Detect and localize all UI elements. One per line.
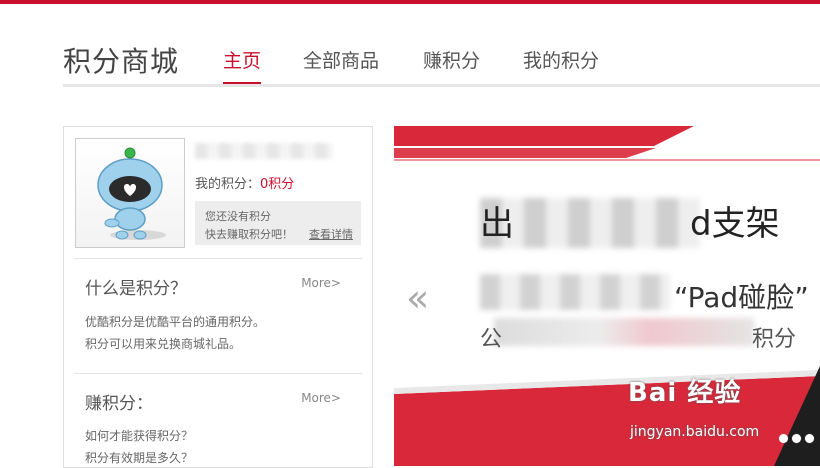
banner-dot[interactable] bbox=[805, 434, 814, 443]
banner-headline-end: d支架 bbox=[690, 204, 780, 244]
what-is-points-line2: 积分可以用来兑换商城礼品。 bbox=[85, 337, 242, 351]
notice-line1: 您还没有积分 bbox=[205, 210, 271, 223]
section-divider bbox=[74, 258, 362, 259]
site-header: 积分商城 主页 全部商品 赚积分 我的积分 bbox=[63, 36, 820, 88]
earn-points-faq-link[interactable]: 如何才能获得积分？ bbox=[85, 427, 193, 444]
banner-dot[interactable] bbox=[792, 434, 801, 443]
earn-points-title: 赚积分： bbox=[85, 394, 153, 414]
site-title: 积分商城 bbox=[63, 45, 180, 78]
nav-my-points[interactable]: 我的积分 bbox=[523, 46, 599, 73]
banner-pagination bbox=[775, 428, 814, 447]
banner-headline-start: 出 bbox=[480, 204, 514, 244]
nav-all-products[interactable]: 全部商品 bbox=[303, 46, 379, 73]
banner-detail-start: 公 bbox=[480, 327, 503, 352]
user-sidebar: 我的积分：0积分 您还没有积分 快去赚取积分吧！ 查看详情 什么是积分？ Mor… bbox=[63, 126, 373, 468]
points-validity-faq-link[interactable]: 积分有效期是多久？ bbox=[85, 449, 193, 466]
user-name-redacted bbox=[195, 143, 333, 159]
robot-avatar-icon[interactable] bbox=[75, 138, 185, 248]
header-divider bbox=[63, 84, 820, 87]
watermark-url: jingyan.baidu.com bbox=[630, 424, 760, 440]
banner-headline: 出 d支架 bbox=[480, 196, 780, 245]
what-is-points-more-link[interactable]: More> bbox=[301, 276, 341, 290]
what-is-points-title: 什么是积分？ bbox=[85, 279, 187, 299]
banner-text-redaction bbox=[480, 274, 670, 310]
banner-subtitle: “Pad碰脸” bbox=[674, 281, 809, 314]
points-label: 我的积分： bbox=[195, 177, 261, 192]
nav-home[interactable]: 主页 bbox=[223, 46, 262, 85]
earn-points-more-link[interactable]: More> bbox=[301, 391, 341, 405]
banner-dot[interactable] bbox=[779, 434, 788, 443]
notice-line2: 快去赚取积分吧！ bbox=[205, 228, 293, 241]
promo-banner[interactable]: « 出 d支架 “Pad碰脸” 公 积分 bbox=[394, 126, 820, 466]
my-points-row: 我的积分：0积分 bbox=[195, 173, 294, 192]
top-accent-bar bbox=[0, 0, 820, 4]
baidu-jingyan-logo: Bai 经验 bbox=[628, 378, 742, 408]
view-details-link[interactable]: 查看详情 bbox=[309, 226, 353, 242]
section-divider bbox=[74, 373, 362, 374]
nav-earn-points[interactable]: 赚积分 bbox=[423, 46, 480, 73]
points-value: 0积分 bbox=[260, 177, 295, 192]
banner-detail-end: 积分 bbox=[752, 327, 797, 352]
no-points-notice: 您还没有积分 快去赚取积分吧！ 查看详情 bbox=[195, 201, 361, 245]
what-is-points-line1: 优酷积分是优酷平台的通用积分。 bbox=[85, 315, 266, 329]
banner-detail: 公 积分 bbox=[480, 321, 796, 353]
banner-prev-icon[interactable]: « bbox=[406, 276, 429, 320]
